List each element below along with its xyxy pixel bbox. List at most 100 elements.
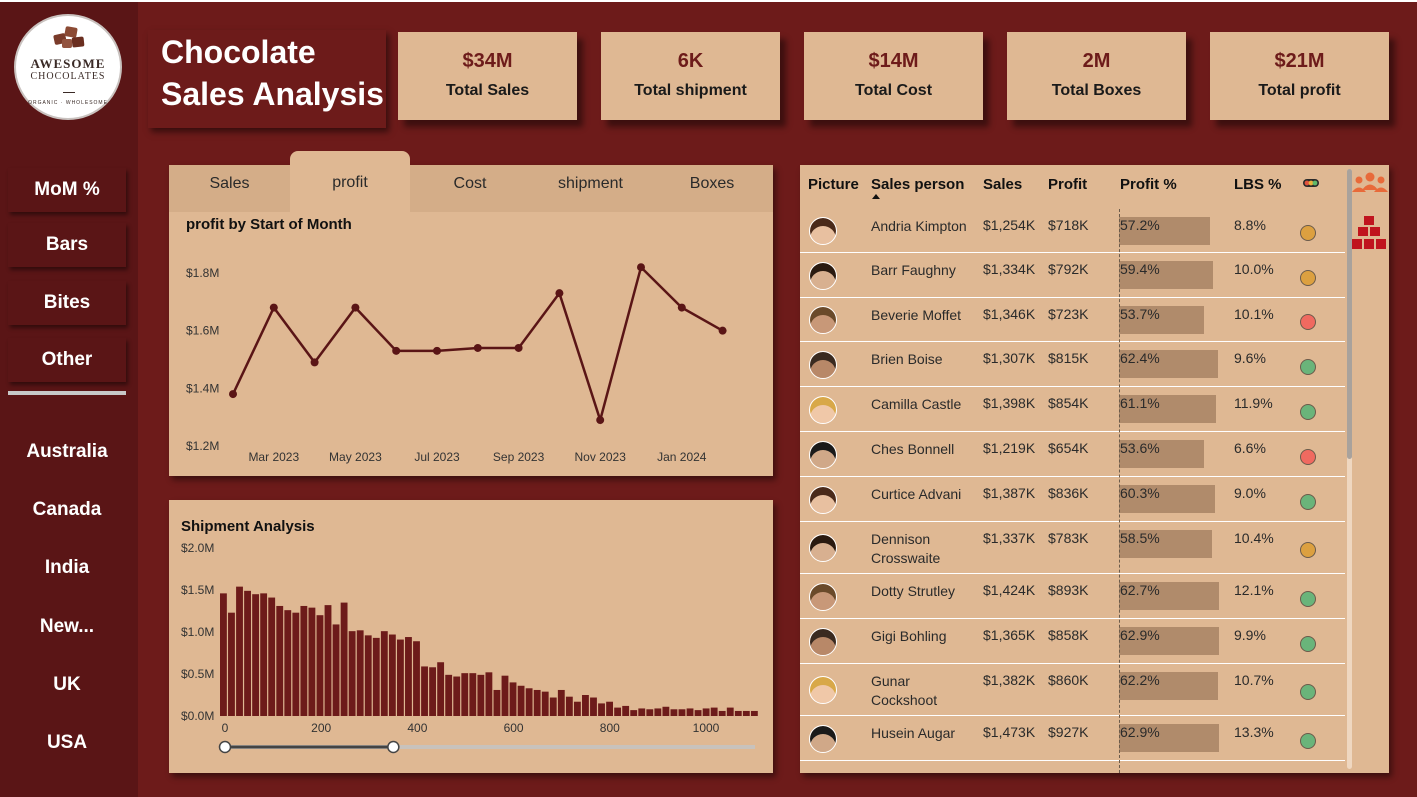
country-filter-usa[interactable]: USA [8, 721, 126, 765]
histogram-bar[interactable] [686, 708, 694, 716]
histogram-bar[interactable] [276, 605, 284, 716]
table-row[interactable]: Barr Faughny $1,334K $792K 59.4% 10.0% [800, 253, 1345, 298]
histogram-bar[interactable] [236, 586, 243, 716]
histogram-bar[interactable] [413, 641, 420, 716]
histogram-bar[interactable] [654, 708, 662, 716]
histogram-bar[interactable] [244, 590, 251, 716]
histogram-bar[interactable] [662, 706, 670, 716]
histogram-bar[interactable] [509, 682, 517, 716]
profit-data-point[interactable] [596, 416, 605, 425]
histogram-bar[interactable] [372, 637, 380, 716]
column-header-lbs-pct[interactable]: LBS % [1234, 176, 1282, 193]
profit-data-point[interactable] [555, 289, 564, 298]
histogram-bar[interactable] [582, 695, 589, 716]
histogram-bar[interactable] [501, 675, 509, 716]
histogram-bar[interactable] [421, 666, 428, 716]
histogram-bar[interactable] [565, 696, 573, 716]
histogram-bar[interactable] [469, 673, 477, 716]
histogram-bar[interactable] [606, 701, 613, 716]
profit-data-point[interactable] [351, 303, 360, 312]
table-row[interactable]: Gunar Cockshoot $1,382K $860K 62.2% 10.7% [800, 664, 1345, 716]
histogram-bar[interactable] [461, 673, 469, 716]
profit-data-point[interactable] [718, 326, 727, 335]
histogram-bar[interactable] [348, 631, 356, 716]
histogram-bar[interactable] [622, 705, 630, 716]
histogram-bar[interactable] [549, 697, 557, 716]
histogram-bar[interactable] [517, 685, 525, 716]
histogram-bar[interactable] [533, 689, 541, 716]
table-row[interactable]: Gigi Bohling $1,365K $858K 62.9% 9.9% [800, 619, 1345, 664]
table-row[interactable]: Andria Kimpton $1,254K $718K 57.2% 8.8% [800, 209, 1345, 253]
histogram-bar[interactable] [405, 637, 412, 716]
histogram-bar[interactable] [598, 703, 605, 716]
histogram-bar[interactable] [726, 707, 734, 716]
table-row[interactable]: Husein Augar $1,473K $927K 62.9% 13.3% [800, 716, 1345, 761]
histogram-bar[interactable] [300, 605, 308, 716]
country-filter-india[interactable]: India [8, 546, 126, 590]
nav-button-mom[interactable]: MoM % [8, 168, 126, 212]
range-slider-max-handle[interactable] [387, 740, 400, 754]
country-filter-canada[interactable]: Canada [8, 488, 126, 532]
histogram-bar[interactable] [284, 610, 292, 716]
histogram-bar[interactable] [388, 634, 396, 716]
histogram-bar[interactable] [493, 689, 501, 716]
histogram-bar[interactable] [228, 612, 235, 716]
histogram-bar[interactable] [396, 639, 404, 716]
histogram-bar[interactable] [445, 674, 453, 716]
histogram-bar[interactable] [437, 662, 445, 716]
histogram-bar[interactable] [525, 688, 533, 716]
table-row[interactable]: Beverie Moffet $1,346K $723K 53.7% 10.1% [800, 298, 1345, 342]
histogram-bar[interactable] [429, 667, 437, 716]
profit-data-point[interactable] [269, 303, 278, 312]
histogram-bar[interactable] [316, 615, 324, 716]
profit-data-point[interactable] [433, 346, 441, 355]
histogram-bar[interactable] [742, 710, 750, 716]
profit-data-point[interactable] [473, 343, 482, 352]
profit-data-point[interactable] [677, 303, 686, 312]
table-row[interactable]: Dotty Strutley $1,424K $893K 62.7% 12.1% [800, 574, 1345, 619]
profit-data-point[interactable] [514, 343, 523, 352]
boxes-icon[interactable] [1351, 215, 1389, 251]
table-row[interactable]: Ches Bonnell $1,219K $654K 53.6% 6.6% [800, 432, 1345, 477]
profit-data-point[interactable] [637, 263, 645, 272]
histogram-bar[interactable] [453, 676, 461, 716]
histogram-bar[interactable] [638, 708, 646, 716]
histogram-bar[interactable] [380, 631, 388, 716]
table-row[interactable]: Dennison Crosswaite $1,337K $783K 58.5% 10.4… [800, 522, 1345, 574]
column-header-profit[interactable]: Profit [1048, 176, 1087, 193]
profit-data-point[interactable] [392, 346, 401, 355]
histogram-bar[interactable] [220, 593, 227, 716]
column-header-sales-person[interactable]: Sales person [871, 176, 964, 193]
column-header-sales[interactable]: Sales [983, 176, 1022, 193]
histogram-bar[interactable] [541, 691, 549, 716]
profit-data-point[interactable] [310, 358, 319, 367]
histogram-bar[interactable] [364, 635, 372, 716]
table-row[interactable]: Curtice Advani $1,387K $836K 60.3% 9.0% [800, 477, 1345, 522]
nav-button-bars[interactable]: Bars [8, 223, 126, 267]
nav-button-other[interactable]: Other [8, 338, 126, 382]
histogram-bar[interactable] [750, 710, 758, 716]
people-icon[interactable] [1351, 170, 1389, 196]
histogram-bar[interactable] [614, 707, 622, 716]
histogram-bar[interactable] [710, 707, 718, 716]
histogram-bar[interactable] [590, 697, 597, 716]
country-filter-new-zealand[interactable]: New... [8, 605, 126, 649]
table-scrollbar-thumb[interactable] [1347, 169, 1352, 459]
histogram-bar[interactable] [292, 612, 300, 716]
country-filter-australia[interactable]: Australia [8, 430, 126, 474]
column-header-picture[interactable]: Picture [808, 176, 859, 193]
country-filter-uk[interactable]: UK [8, 663, 126, 707]
range-slider-min-handle[interactable] [218, 740, 232, 754]
histogram-bar[interactable] [718, 710, 726, 716]
histogram-bar[interactable] [646, 709, 654, 716]
histogram-bar[interactable] [630, 710, 638, 716]
histogram-bar[interactable] [734, 710, 742, 716]
histogram-bar[interactable] [324, 605, 332, 716]
histogram-bar[interactable] [557, 689, 565, 716]
histogram-bar[interactable] [268, 597, 276, 716]
histogram-bar[interactable] [694, 710, 702, 716]
histogram-bar[interactable] [356, 630, 364, 716]
profit-data-point[interactable] [229, 390, 237, 399]
nav-button-bites[interactable]: Bites [8, 281, 126, 325]
table-row[interactable]: Brien Boise $1,307K $815K 62.4% 9.6% [800, 342, 1345, 387]
